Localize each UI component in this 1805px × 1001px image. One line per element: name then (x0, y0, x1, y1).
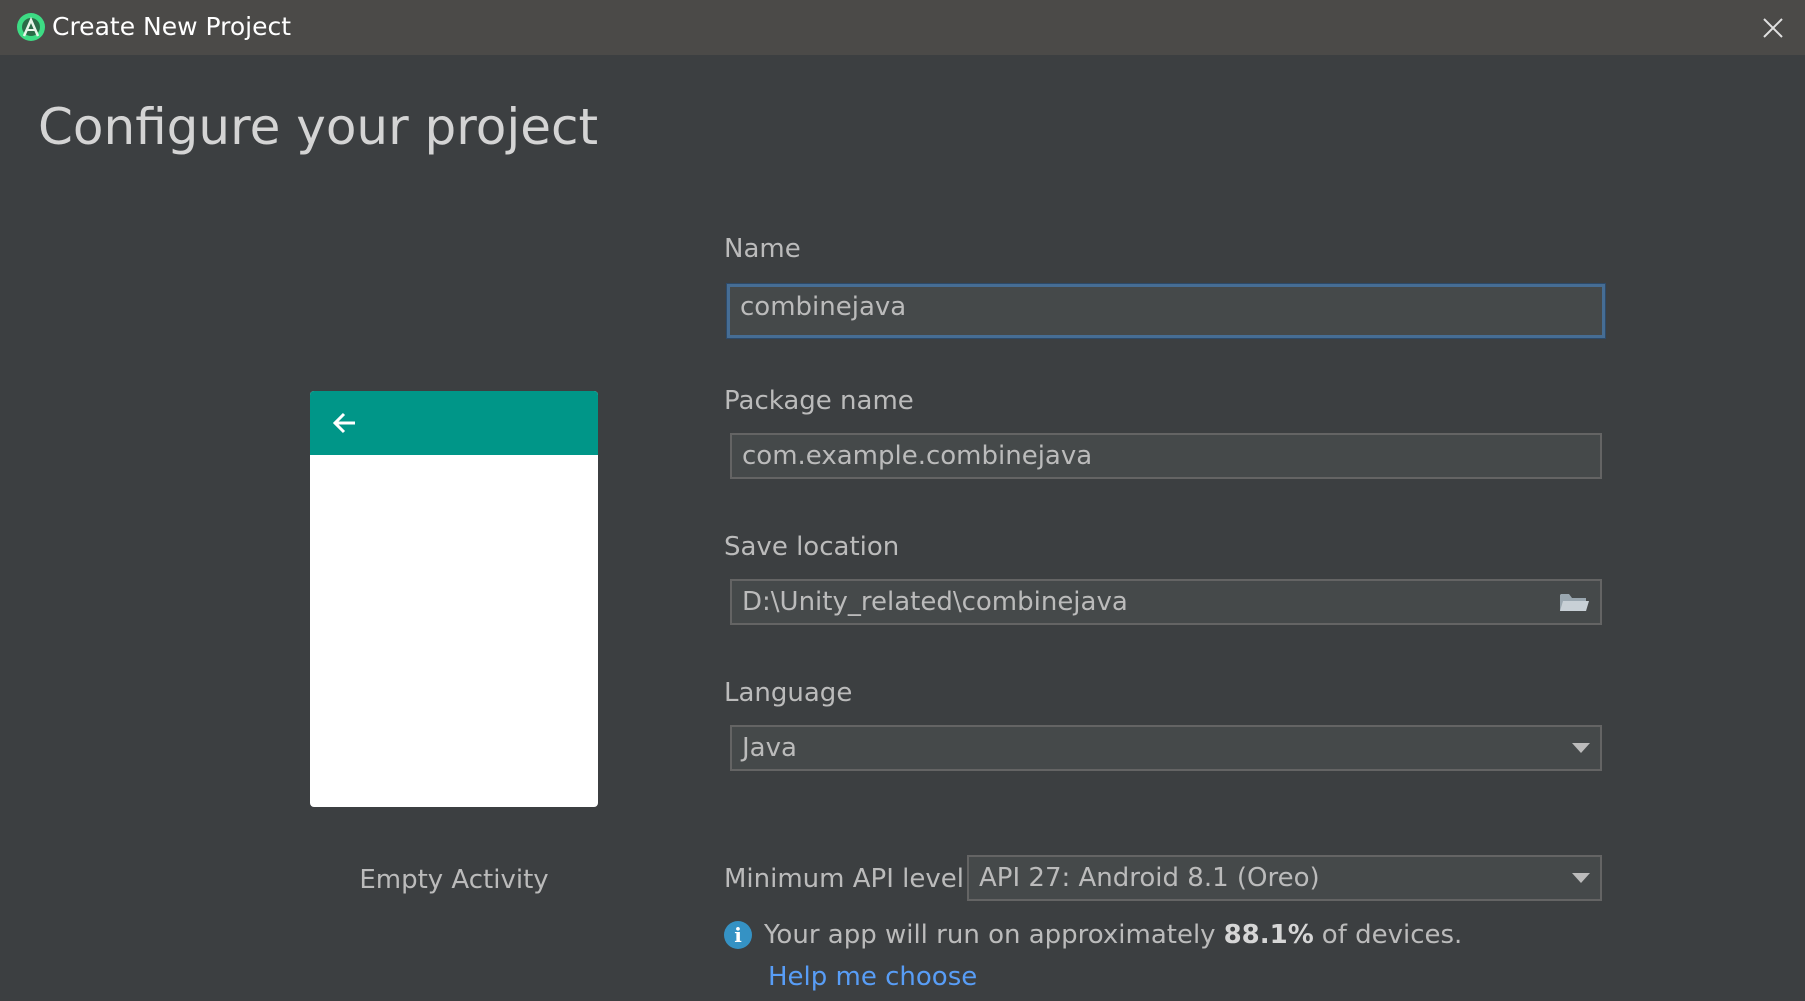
device-coverage-info: i Your app will run on approximately 88.… (724, 918, 1462, 952)
name-value: combinejava (740, 292, 907, 322)
window-title: Create New Project (52, 12, 292, 41)
save-location-field[interactable]: D:\Unity_related\combinejava (730, 579, 1602, 625)
package-name-field[interactable]: com.example.combinejava (730, 433, 1602, 479)
info-icon: i (724, 921, 752, 949)
min-api-select[interactable]: API 27: Android 8.1 (Oreo) (967, 855, 1602, 901)
folder-icon[interactable] (1558, 589, 1590, 615)
chevron-down-icon (1572, 873, 1590, 883)
min-api-selected: API 27: Android 8.1 (Oreo) (979, 863, 1320, 893)
coverage-suffix: of devices. (1321, 920, 1463, 950)
language-select[interactable]: Java (730, 725, 1602, 771)
template-name: Empty Activity (359, 865, 549, 895)
arrow-left-icon (332, 412, 355, 434)
save-location-label: Save location (724, 532, 900, 562)
package-name-label: Package name (724, 386, 914, 416)
help-me-choose-link[interactable]: Help me choose (768, 960, 977, 994)
window-titlebar: Create New Project (0, 0, 1805, 55)
language-label: Language (724, 678, 853, 708)
save-location-value: D:\Unity_related\combinejava (742, 587, 1128, 617)
name-field[interactable]: combinejava (727, 284, 1605, 338)
close-icon (1763, 18, 1783, 38)
coverage-prefix: Your app will run on approximately (764, 920, 1216, 950)
page-title: Configure your project (38, 98, 599, 156)
min-api-label: Minimum API level (724, 864, 964, 894)
android-studio-icon (16, 12, 46, 42)
preview-appbar (310, 391, 598, 455)
name-label: Name (724, 234, 801, 264)
language-selected: Java (742, 733, 797, 763)
coverage-percent: 88.1% (1223, 920, 1314, 950)
close-button[interactable] (1753, 8, 1793, 48)
chevron-down-icon (1572, 743, 1590, 753)
activity-preview (310, 391, 598, 807)
package-name-value: com.example.combinejava (742, 441, 1093, 471)
